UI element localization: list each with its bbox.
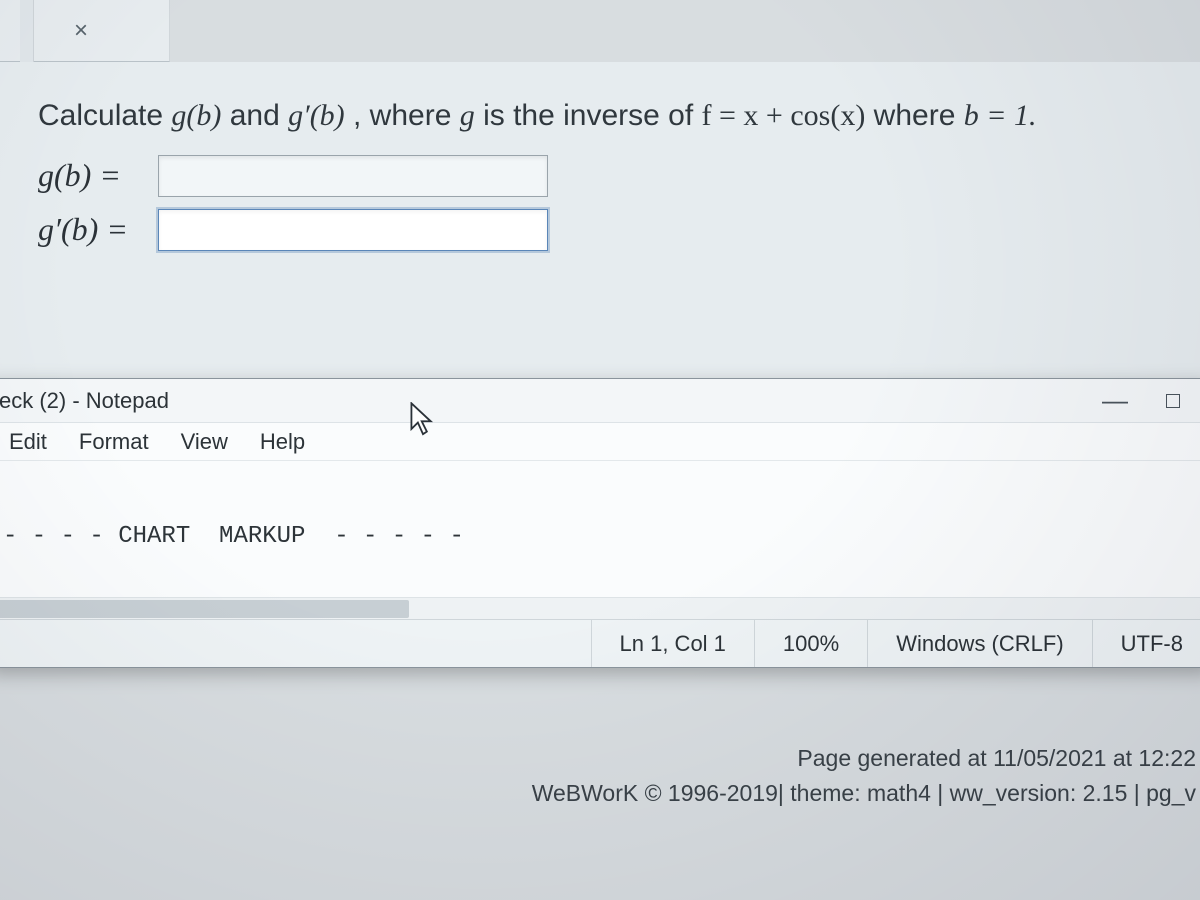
notepad-titlebar[interactable]: eck (2) - Notepad — — [0, 379, 1200, 423]
problem-prompt: Calculate g(b) and g′(b) , where g is th… — [38, 96, 1162, 137]
menu-edit[interactable]: Edit — [0, 425, 61, 459]
math-f-eq: f = x + cos(x) — [702, 99, 866, 132]
prompt-and: and — [230, 99, 288, 132]
math-gprime-of-b: g′(b) — [288, 99, 345, 132]
prompt-inverse: is the inverse of — [483, 99, 701, 132]
maximize-button[interactable] — [1145, 385, 1200, 417]
maximize-icon — [1166, 394, 1180, 408]
statusbar-spacer — [0, 620, 591, 667]
notepad-window: eck (2) - Notepad — Edit Format View Hel… — [0, 378, 1200, 668]
prompt-where: where — [874, 99, 964, 132]
menu-format[interactable]: Format — [65, 425, 163, 459]
status-position: Ln 1, Col 1 — [591, 620, 754, 667]
notepad-menubar: Edit Format View Help — [0, 423, 1200, 461]
input-gprime-of-b[interactable] — [158, 209, 548, 251]
status-zoom: 100% — [754, 620, 867, 667]
footer-generated: Page generated at 11/05/2021 at 12:22 — [0, 741, 1196, 777]
horizontal-scrollbar[interactable] — [0, 597, 1200, 619]
browser-tab-fragment: × — [0, 0, 170, 62]
notepad-title: eck (2) - Notepad — [0, 388, 1085, 414]
minimize-icon: — — [1102, 385, 1128, 416]
webwork-footer: Page generated at 11/05/2021 at 12:22 We… — [0, 741, 1200, 812]
label-gprime-of-b: g′(b) = — [38, 211, 158, 248]
prompt-mid: , where — [353, 99, 460, 132]
menu-help[interactable]: Help — [246, 425, 319, 459]
close-icon[interactable]: × — [74, 17, 88, 45]
scrollbar-thumb[interactable] — [0, 600, 409, 618]
status-encoding: UTF-8 — [1092, 620, 1200, 667]
minimize-button[interactable]: — — [1087, 385, 1143, 417]
label-g-of-b: g(b) = — [38, 157, 158, 194]
prompt-text: Calculate — [38, 99, 171, 132]
menu-view[interactable]: View — [167, 425, 242, 459]
status-eol: Windows (CRLF) — [867, 620, 1091, 667]
notepad-statusbar: Ln 1, Col 1 100% Windows (CRLF) UTF-8 — [0, 619, 1200, 667]
input-g-of-b[interactable] — [158, 155, 548, 197]
math-g-of-b: g(b) — [171, 99, 221, 132]
math-b-eq: b = 1. — [964, 99, 1037, 132]
answer-row-gprime: g′(b) = — [38, 209, 1162, 251]
editor-line: - - - - CHART MARKUP - - - - - — [3, 523, 1197, 550]
answer-row-g: g(b) = — [38, 155, 1162, 197]
footer-credits: WeBWorK © 1996-2019| theme: math4 | ww_v… — [0, 776, 1196, 812]
math-g: g — [460, 99, 475, 132]
tab-edge — [20, 0, 34, 62]
notepad-editor[interactable]: - - - - CHART MARKUP - - - - - — [0, 461, 1200, 619]
